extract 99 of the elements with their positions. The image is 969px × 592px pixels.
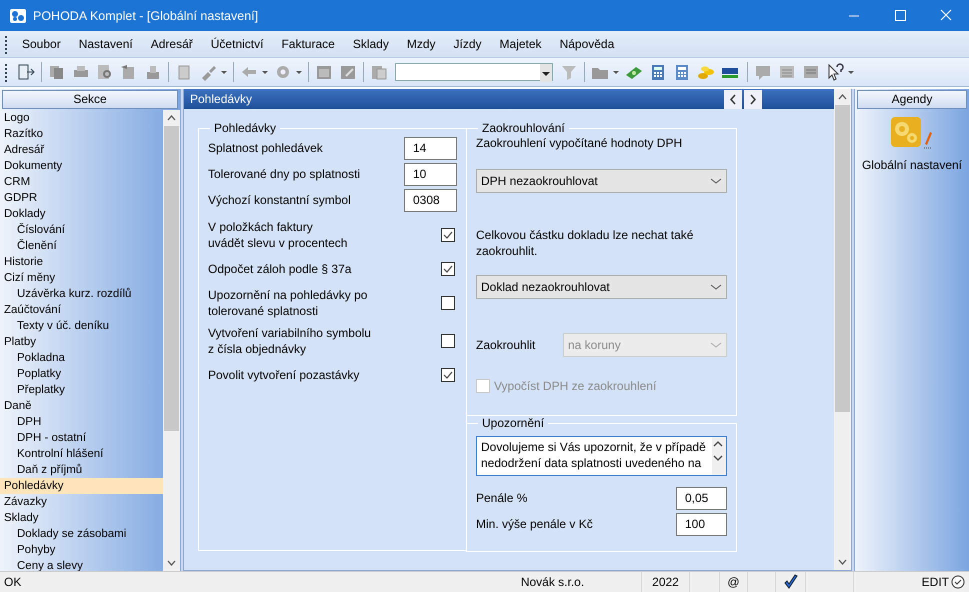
menu-item[interactable]: Sklady: [344, 37, 397, 51]
input-field[interactable]: 0308: [404, 188, 457, 212]
menu-item[interactable]: Nastavení: [70, 37, 141, 51]
grip-icon: [4, 34, 8, 54]
option-label: Vytvoření variabilního symbolu z čísla objednávky: [208, 325, 371, 357]
section-item[interactable]: Razítko: [0, 126, 163, 142]
field-label: Splatnost pohledávek: [208, 141, 323, 155]
group-title: Zaokrouhlování: [481, 121, 566, 135]
exit-door-icon[interactable]: [16, 63, 36, 81]
check-circle-icon: [951, 575, 965, 589]
field-label: Min. výše penále v Kč: [476, 517, 593, 531]
dropdown[interactable]: Doklad nezaokrouhlovat: [476, 275, 727, 299]
section-item[interactable]: Poplatky: [0, 366, 163, 382]
section-item[interactable]: Historie: [0, 254, 163, 270]
section-item[interactable]: Pohledávky: [0, 478, 163, 494]
chevron-down-icon: [710, 340, 722, 350]
list-window-icon[interactable]: [801, 63, 821, 81]
section-item[interactable]: GDPR: [0, 190, 163, 206]
scroll-thumb[interactable]: [835, 105, 850, 412]
section-item[interactable]: CRM: [0, 174, 163, 190]
gears-pencil-icon[interactable]: [890, 116, 934, 150]
section-item[interactable]: Uzávěrka kurz. rozdílů: [0, 286, 163, 302]
section-item[interactable]: Logo: [0, 110, 163, 126]
year-text: 2022: [642, 572, 690, 592]
checkbox[interactable]: [441, 262, 455, 276]
description-text: Zaokrouhlení vypočítané hodnoty DPH: [476, 135, 684, 151]
app-logo-icon: [9, 8, 27, 24]
field-label: Tolerované dny po splatnosti: [208, 167, 360, 181]
menu-item[interactable]: Jízdy: [446, 37, 490, 51]
section-item[interactable]: DPH - ostatní: [0, 430, 163, 446]
section-item[interactable]: DPH: [0, 414, 163, 430]
section-item[interactable]: Členění: [0, 238, 163, 254]
checkbox[interactable]: [441, 228, 455, 242]
section-item[interactable]: Zaúčtování: [0, 302, 163, 318]
page-title: Pohledávky: [189, 92, 254, 106]
dropdown[interactable]: DPH nezaokrouhlovat: [476, 169, 727, 193]
checkbox-label: Vypočíst DPH ze zaokrouhlení: [494, 379, 656, 393]
section-item[interactable]: Platby: [0, 334, 163, 350]
section-item[interactable]: Ceny a slevy: [0, 558, 163, 574]
company-name: Novák s.r.o.: [464, 572, 642, 592]
field-label: Zaokrouhlit: [476, 338, 536, 352]
field-label: Penále %: [476, 491, 528, 505]
panel-header: Sekce: [2, 90, 178, 109]
section-item[interactable]: Dokumenty: [0, 158, 163, 174]
scrollbar[interactable]: [163, 110, 180, 571]
section-item[interactable]: Daň z příjmů: [0, 462, 163, 478]
scroll-thumb[interactable]: [164, 126, 179, 431]
panel-header: Agendy: [857, 90, 967, 109]
group-title: Pohledávky: [213, 121, 278, 135]
section-item[interactable]: Přeplatky: [0, 382, 163, 398]
menu-item[interactable]: Mzdy: [398, 37, 444, 51]
checkbox[interactable]: [441, 296, 455, 310]
chevron-down-icon[interactable]: [710, 176, 722, 186]
input-field[interactable]: 100: [676, 512, 727, 536]
message-textarea[interactable]: Dovolujeme si Vás upozornit, že v případě nedodržení data splatnosti uvedeného na: [476, 436, 727, 476]
input-field[interactable]: 0,05: [676, 486, 727, 510]
clipboard-icon[interactable]: [369, 63, 389, 81]
input-field[interactable]: 10: [404, 162, 457, 186]
checkbox[interactable]: [441, 368, 455, 382]
input-field[interactable]: 14: [404, 136, 457, 160]
option-label: Povolit vytvoření pozastávky: [208, 367, 360, 383]
section-item[interactable]: Pokladna: [0, 350, 163, 366]
section-item[interactable]: Doklady: [0, 206, 163, 222]
window-title: POHODA Komplet - [Globální nastavení]: [33, 8, 260, 22]
grip-icon: [4, 62, 8, 82]
menu-item[interactable]: Majetek: [492, 37, 550, 51]
check-icon: [782, 574, 798, 590]
list-window-icon[interactable]: [777, 63, 797, 81]
comment-icon[interactable]: [753, 63, 773, 81]
section-item[interactable]: Závazky: [0, 494, 163, 510]
option-label: V položkách faktury uvádět slevu v procentech: [208, 219, 348, 251]
scrollbar[interactable]: [834, 89, 851, 570]
chevron-down-icon[interactable]: [710, 282, 722, 292]
section-item[interactable]: Sklady: [0, 510, 163, 526]
section-item[interactable]: Daně: [0, 398, 163, 414]
checkbox[interactable]: [441, 334, 455, 348]
field-label: Výchozí konstantní symbol: [208, 193, 351, 207]
section-item[interactable]: Číslování: [0, 222, 163, 238]
status-text: OK: [3, 574, 22, 591]
section-item[interactable]: Cizí měny: [0, 270, 163, 286]
menu-item[interactable]: Fakturace: [273, 37, 343, 51]
section-item[interactable]: Kontrolní hlášení: [0, 446, 163, 462]
group-title: Upozornění: [481, 416, 546, 430]
menu-item[interactable]: Účetnictví: [202, 37, 272, 51]
menu-item[interactable]: Adresář: [142, 37, 201, 51]
menu-item[interactable]: Soubor: [14, 37, 69, 51]
mode-text: EDIT: [922, 574, 949, 591]
previous-icon[interactable]: [724, 90, 742, 108]
dropdown: na koruny: [563, 333, 727, 357]
menu-item[interactable]: Nápověda: [552, 37, 622, 51]
option-label: Upozornění na pohledávky po tolerované splatnosti: [208, 287, 368, 319]
description-text: Celkovou částku dokladu lze nechat také zaokrouhlit.: [476, 227, 694, 259]
section-item[interactable]: Doklady se zásobami: [0, 526, 163, 542]
agenda-item[interactable]: Globální nastavení: [862, 158, 962, 172]
section-item[interactable]: Adresář: [0, 142, 163, 158]
section-item[interactable]: Texty v úč. deníku: [0, 318, 163, 334]
option-label: Odpočet záloh podle § 37a: [208, 261, 352, 277]
section-item[interactable]: Pohyby: [0, 542, 163, 558]
next-icon[interactable]: [744, 90, 762, 108]
